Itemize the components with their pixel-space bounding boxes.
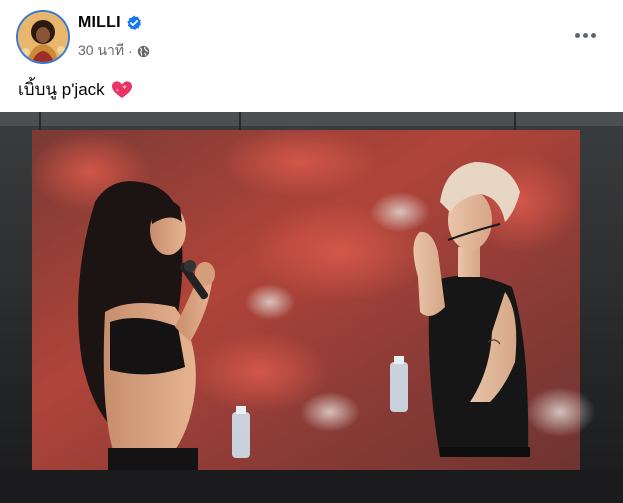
profile-avatar[interactable] — [18, 12, 68, 62]
caption-text: เบิ้บนู p'jack — [18, 80, 105, 99]
post-header: MILLI 30 นาที · — [0, 0, 623, 70]
meta-separator: · — [128, 43, 133, 59]
concert-screen-photo — [0, 112, 623, 503]
more-options-icon — [582, 32, 588, 38]
globe-icon[interactable] — [137, 45, 150, 58]
more-options-icon — [590, 32, 596, 38]
more-options-button[interactable] — [571, 22, 599, 48]
more-options-icon — [574, 32, 580, 38]
author-name[interactable]: MILLI — [78, 14, 121, 32]
post-caption: เบิ้บนู p'jack — [18, 76, 133, 103]
author-row: MILLI — [78, 14, 142, 32]
sparkling-heart-icon — [111, 80, 133, 100]
facebook-post: MILLI 30 นาที · เบิ้บนู p'jack — [0, 0, 623, 503]
post-meta: 30 นาที · — [78, 40, 150, 62]
post-timestamp[interactable]: 30 นาที — [78, 40, 124, 62]
avatar-illustration — [18, 12, 68, 62]
verified-badge-icon — [126, 15, 142, 31]
post-photo[interactable] — [0, 112, 623, 503]
